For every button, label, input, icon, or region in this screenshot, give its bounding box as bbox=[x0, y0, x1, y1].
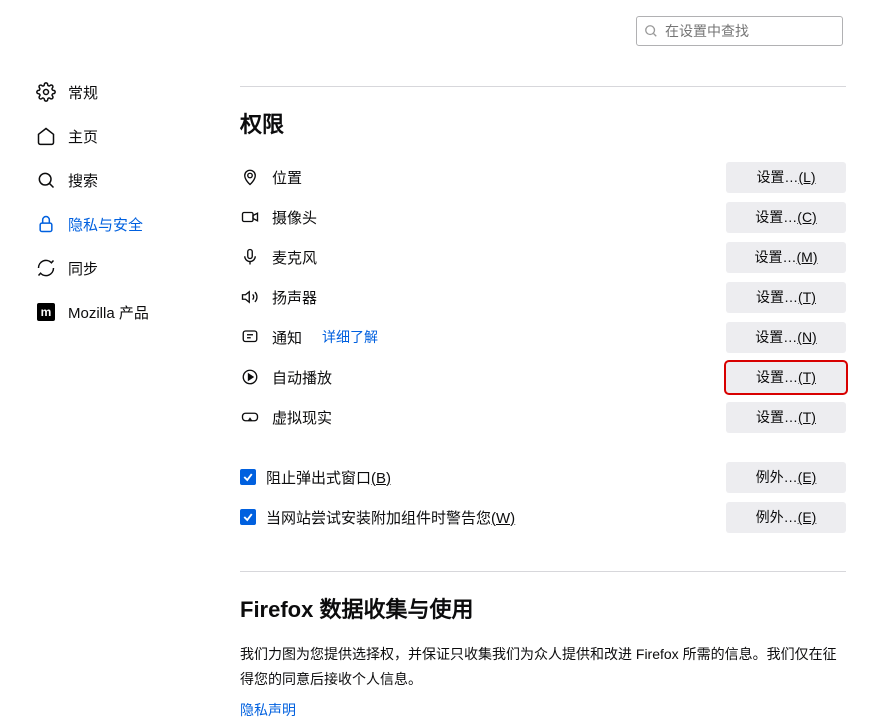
main-content: 权限 位置 设置…(L) 摄像头 设置…(C) 麦克风 设置…(M) 扬声器 设… bbox=[240, 86, 846, 720]
permissions-title: 权限 bbox=[240, 107, 846, 139]
perm-label-camera: 摄像头 bbox=[272, 207, 317, 228]
autoplay-icon bbox=[240, 367, 260, 387]
perm-btn-location[interactable]: 设置…(L) bbox=[726, 162, 846, 193]
divider-top bbox=[240, 86, 846, 87]
perm-label-vr: 虚拟现实 bbox=[272, 407, 332, 428]
perm-row-microphone: 麦克风 设置…(M) bbox=[240, 237, 846, 277]
perm-btn-microphone[interactable]: 设置…(M) bbox=[726, 242, 846, 273]
privacy-statement-link[interactable]: 隐私声明 bbox=[240, 702, 296, 718]
check-label-popup: 阻止弹出式窗口(B) bbox=[266, 467, 391, 488]
perm-label-autoplay: 自动播放 bbox=[272, 367, 332, 388]
perm-btn-speaker[interactable]: 设置…(T) bbox=[726, 282, 846, 313]
search-icon bbox=[644, 24, 658, 38]
perm-row-location: 位置 设置…(L) bbox=[240, 157, 846, 197]
data-desc: 我们力图为您提供选择权，并保证只收集我们为众人提供和改进 Firefox 所需的… bbox=[240, 642, 846, 692]
perm-btn-camera[interactable]: 设置…(C) bbox=[726, 202, 846, 233]
sidebar: 常规 主页 搜索 隐私与安全 同步 m Mozilla 产品 bbox=[36, 72, 206, 336]
microphone-icon bbox=[240, 247, 260, 267]
perm-label-location: 位置 bbox=[272, 167, 302, 188]
perm-btn-notification[interactable]: 设置…(N) bbox=[726, 322, 846, 353]
perm-row-vr: 虚拟现实 设置…(T) bbox=[240, 397, 846, 437]
perm-row-autoplay: 自动播放 设置…(T) bbox=[240, 357, 846, 397]
search-container bbox=[636, 16, 843, 46]
sidebar-label-privacy: 隐私与安全 bbox=[68, 214, 143, 235]
divider-bottom bbox=[240, 571, 846, 572]
vr-icon bbox=[240, 407, 260, 427]
perm-label-notification: 通知 bbox=[272, 327, 302, 348]
magnifier-icon bbox=[36, 170, 56, 190]
checkbox-addon[interactable] bbox=[240, 509, 256, 525]
check-row-popup: 阻止弹出式窗口(B) 例外…(E) bbox=[240, 457, 846, 497]
perm-row-speaker: 扬声器 设置…(T) bbox=[240, 277, 846, 317]
sidebar-label-mozilla: Mozilla 产品 bbox=[68, 302, 149, 323]
search-input[interactable] bbox=[636, 16, 843, 46]
home-icon bbox=[36, 126, 56, 146]
perm-btn-vr[interactable]: 设置…(T) bbox=[726, 402, 846, 433]
sidebar-label-sync: 同步 bbox=[68, 258, 98, 279]
lock-icon bbox=[36, 214, 56, 234]
perm-row-camera: 摄像头 设置…(C) bbox=[240, 197, 846, 237]
location-icon bbox=[240, 167, 260, 187]
notification-icon bbox=[240, 327, 260, 347]
check-label-addon: 当网站尝试安装附加组件时警告您(W) bbox=[266, 507, 515, 528]
sidebar-item-sync[interactable]: 同步 bbox=[36, 248, 206, 288]
notification-learn-more[interactable]: 详细了解 bbox=[322, 327, 378, 347]
mozilla-icon: m bbox=[36, 302, 56, 322]
check-row-addon: 当网站尝试安装附加组件时警告您(W) 例外…(E) bbox=[240, 497, 846, 537]
data-title: Firefox 数据收集与使用 bbox=[240, 592, 846, 624]
checkbox-popup[interactable] bbox=[240, 469, 256, 485]
sidebar-item-general[interactable]: 常规 bbox=[36, 72, 206, 112]
sidebar-item-privacy[interactable]: 隐私与安全 bbox=[36, 204, 206, 244]
perm-row-notification: 通知 详细了解 设置…(N) bbox=[240, 317, 846, 357]
perm-label-microphone: 麦克风 bbox=[272, 247, 317, 268]
sidebar-label-search: 搜索 bbox=[68, 170, 98, 191]
perm-btn-autoplay[interactable]: 设置…(T) bbox=[726, 362, 846, 393]
sidebar-label-home: 主页 bbox=[68, 126, 98, 147]
sidebar-item-search[interactable]: 搜索 bbox=[36, 160, 206, 200]
sync-icon bbox=[36, 258, 56, 278]
camera-icon bbox=[240, 207, 260, 227]
exception-btn-addon[interactable]: 例外…(E) bbox=[726, 502, 846, 533]
sidebar-item-mozilla[interactable]: m Mozilla 产品 bbox=[36, 292, 206, 332]
sidebar-label-general: 常规 bbox=[68, 82, 98, 103]
sidebar-item-home[interactable]: 主页 bbox=[36, 116, 206, 156]
gear-icon bbox=[36, 82, 56, 102]
speaker-icon bbox=[240, 287, 260, 307]
exception-btn-popup[interactable]: 例外…(E) bbox=[726, 462, 846, 493]
perm-label-speaker: 扬声器 bbox=[272, 287, 317, 308]
